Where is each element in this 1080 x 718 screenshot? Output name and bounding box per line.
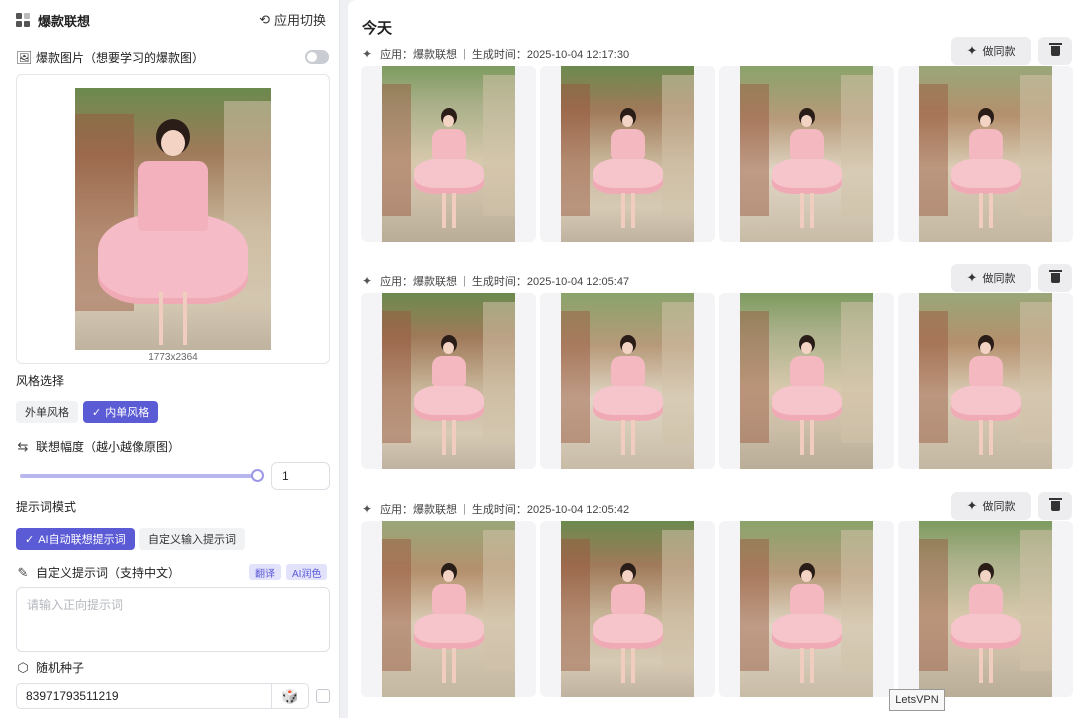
trash-icon	[1048, 43, 1062, 56]
style-label: 风格选择	[16, 374, 65, 388]
strength-slider[interactable]	[20, 469, 264, 482]
check-icon: ✓	[92, 406, 102, 419]
make-same-label: 做同款	[982, 46, 1016, 58]
style-option-domestic[interactable]: ✓ 内单风格	[83, 401, 159, 423]
magic-edit-icon: ✎	[17, 564, 29, 580]
seed-label: 随机种子	[36, 661, 85, 675]
strength-label: 联想幅度（越小越像原图）	[36, 440, 181, 454]
prompt-mode-row: 提示词模式	[16, 498, 76, 515]
trash-icon	[1048, 270, 1062, 283]
viral-image-toggle[interactable]	[305, 50, 329, 64]
viral-image-preview	[75, 88, 271, 350]
group-app: 应用：爆款联想	[380, 504, 458, 516]
result-thumbnail[interactable]	[898, 66, 1073, 242]
result-thumbnail[interactable]	[361, 521, 536, 697]
random-seed-button[interactable]: 🎲	[271, 683, 309, 709]
divider: |	[463, 48, 466, 60]
seed-input[interactable]: 83971793511219	[16, 683, 272, 709]
group-app: 应用：爆款联想	[380, 49, 458, 61]
make-same-button[interactable]: ✦ 做同款	[951, 492, 1031, 520]
image-size-text: 1773x2364	[148, 352, 198, 363]
viral-image-row: 🖼 爆款图片（想要学习的爆款图）	[16, 49, 204, 66]
thumbnail-row	[361, 521, 1073, 697]
ai-polish-button[interactable]: AI润色	[286, 564, 328, 580]
panel-header: 爆款联想 ⟲ 应用切换	[16, 10, 326, 30]
translate-button[interactable]: 翻译	[249, 564, 281, 580]
strength-row: ⇆ 联想幅度（越小越像原图）	[16, 438, 180, 455]
thumbnail-row	[361, 66, 1073, 242]
style-row: 风格选择	[16, 372, 64, 389]
divider: |	[463, 275, 466, 287]
image-icon: 🖼	[16, 49, 33, 65]
delete-button[interactable]	[1038, 264, 1072, 292]
cube-icon: ⬡	[17, 659, 29, 675]
dice-icon: 🎲	[281, 687, 299, 704]
app-title: 爆款联想	[38, 13, 91, 29]
make-same-label: 做同款	[982, 273, 1016, 285]
trash-icon	[1048, 498, 1062, 511]
group-meta: ✦ 应用：爆款联想 | 生成时间：2025-10-04 12:17:30	[362, 45, 629, 63]
prompt-mode-custom[interactable]: 自定义输入提示词	[139, 528, 245, 550]
group-time: 生成时间：2025-10-04 12:17:30	[471, 49, 630, 61]
thumbnail-row	[361, 293, 1073, 469]
style-option-label: 内单风格	[105, 407, 150, 419]
prompt-textarea[interactable]	[16, 587, 330, 652]
divider: |	[463, 503, 466, 515]
app-grid-icon	[16, 13, 30, 27]
sparkle-icon: ✦	[362, 502, 373, 516]
result-thumbnail[interactable]	[540, 521, 715, 697]
group-app: 应用：爆款联想	[380, 276, 458, 288]
make-same-label: 做同款	[982, 501, 1016, 513]
watermark-badge: LetsVPN	[889, 689, 945, 711]
custom-prompt-label: 自定义提示词（支持中文）	[36, 566, 181, 580]
make-same-button[interactable]: ✦ 做同款	[951, 37, 1031, 65]
switch-app-button[interactable]: ⟲ 应用切换	[259, 10, 326, 29]
result-thumbnail[interactable]	[719, 293, 894, 469]
result-thumbnail[interactable]	[898, 293, 1073, 469]
result-thumbnail[interactable]	[540, 66, 715, 242]
viral-image-label: 爆款图片（想要学习的爆款图）	[36, 51, 205, 65]
group-meta: ✦ 应用：爆款联想 | 生成时间：2025-10-04 12:05:42	[362, 500, 629, 518]
results-panel: 今天 ✦ 应用：爆款联想 | 生成时间：2025-10-04 12:17:30 …	[348, 0, 1080, 718]
result-thumbnail[interactable]	[540, 293, 715, 469]
delete-button[interactable]	[1038, 37, 1072, 65]
sparkle-icon: ✦	[362, 274, 373, 288]
sparkle-icon: ✦	[966, 270, 978, 285]
prompt-mode-ai[interactable]: ✓ AI自动联想提示词	[16, 528, 135, 550]
prompt-mode-label: 提示词模式	[16, 500, 77, 514]
group-meta: ✦ 应用：爆款联想 | 生成时间：2025-10-04 12:05:47	[362, 272, 629, 290]
slider-handle[interactable]	[251, 469, 264, 482]
sparkle-icon: ✦	[966, 498, 978, 513]
refresh-icon: ⟲	[259, 11, 270, 27]
check-icon: ✓	[25, 533, 35, 546]
result-thumbnail[interactable]	[719, 521, 894, 697]
custom-prompt-row: ✎ 自定义提示词（支持中文）	[16, 564, 180, 581]
viral-image-upload[interactable]: 1773x2364	[16, 74, 330, 364]
result-thumbnail[interactable]	[898, 521, 1073, 697]
result-thumbnail[interactable]	[719, 66, 894, 242]
result-thumbnail[interactable]	[361, 66, 536, 242]
prompt-mode-option-label: 自定义输入提示词	[148, 534, 236, 546]
seed-row: ⬡ 随机种子	[16, 659, 84, 676]
section-title: 今天	[362, 20, 393, 37]
settings-panel: 爆款联想 ⟲ 应用切换 🖼 爆款图片（想要学习的爆款图） 1773x2364 风…	[0, 0, 340, 718]
delete-button[interactable]	[1038, 492, 1072, 520]
seed-lock-checkbox[interactable]	[316, 689, 330, 703]
strength-input[interactable]: 1	[271, 462, 330, 490]
make-same-button[interactable]: ✦ 做同款	[951, 264, 1031, 292]
sparkle-icon: ✦	[362, 47, 373, 61]
group-time: 生成时间：2025-10-04 12:05:42	[471, 504, 630, 516]
result-thumbnail[interactable]	[361, 293, 536, 469]
prompt-mode-option-label: AI自动联想提示词	[38, 534, 126, 546]
style-option-label: 外单风格	[25, 407, 69, 419]
group-time: 生成时间：2025-10-04 12:05:47	[471, 276, 630, 288]
style-option-export[interactable]: 外单风格	[16, 401, 78, 423]
switch-app-label: 应用切换	[273, 13, 326, 28]
sparkle-icon: ✦	[966, 43, 978, 58]
sliders-icon: ⇆	[17, 438, 29, 454]
